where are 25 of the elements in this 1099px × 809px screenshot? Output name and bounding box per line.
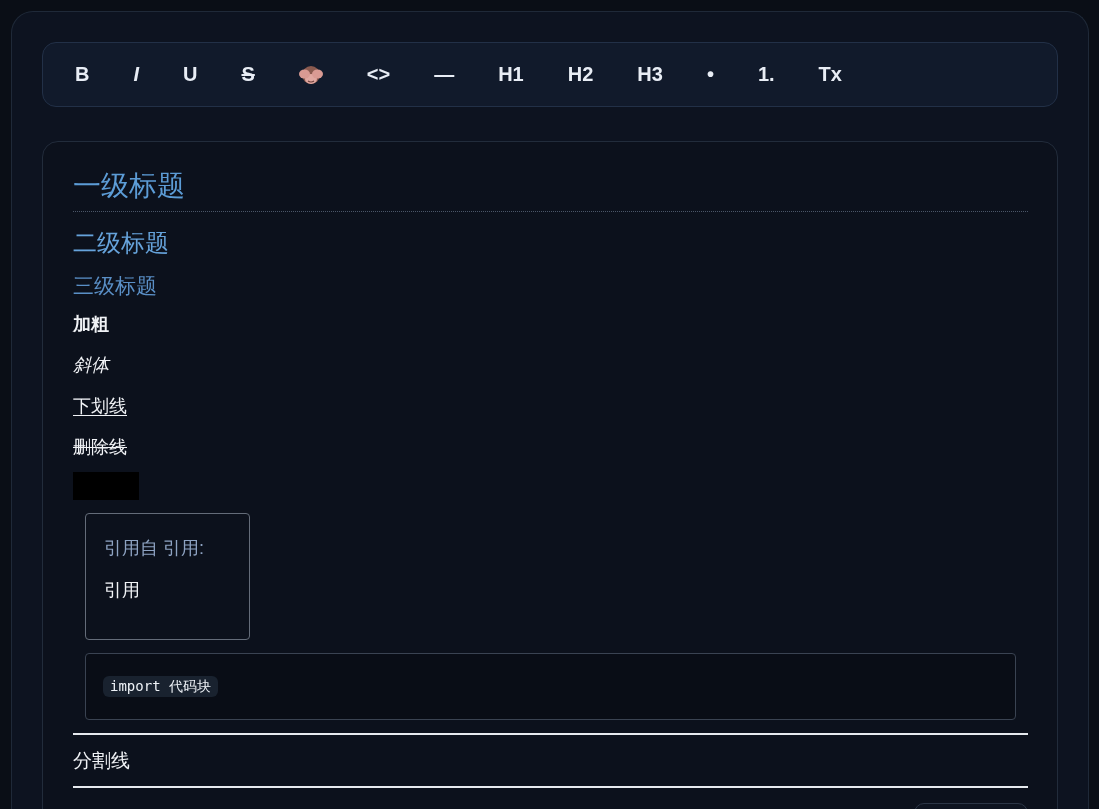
format-button[interactable]: U [165, 56, 216, 93]
format-button[interactable]: 1. [739, 56, 793, 93]
quote-text: 引用 [104, 580, 140, 600]
strikethrough-text: 删除线 [73, 436, 127, 459]
underlined-text: 下划线 [73, 395, 127, 418]
italic-text: 斜体 [73, 354, 109, 377]
format-button[interactable]: • [688, 56, 732, 93]
heading-level-1: 一级标题 [73, 168, 1028, 212]
format-button[interactable]: H1 [480, 56, 542, 93]
spoiler-block [73, 472, 139, 500]
heading-level-2: 二级标题 [73, 228, 170, 258]
bold-text: 加粗 [73, 313, 109, 336]
format-button[interactable]: Tx [800, 56, 860, 93]
format-button[interactable]: I [115, 56, 157, 93]
format-button[interactable]: <> [348, 56, 409, 93]
format-button[interactable]: B [57, 56, 108, 93]
format-button[interactable]: — [416, 56, 473, 93]
format-button[interactable]: H2 [549, 56, 612, 93]
heading-level-3: 三级标题 [73, 273, 158, 299]
monkey-covering-eyes-icon [298, 63, 323, 86]
quote-source: 引用自 引用: [104, 538, 204, 558]
paragraph-text: 分割线 [73, 750, 130, 771]
format-button[interactable]: H3 [619, 56, 681, 93]
inline-code: import 代码块 [103, 676, 218, 697]
format-button[interactable]: S [223, 56, 273, 93]
